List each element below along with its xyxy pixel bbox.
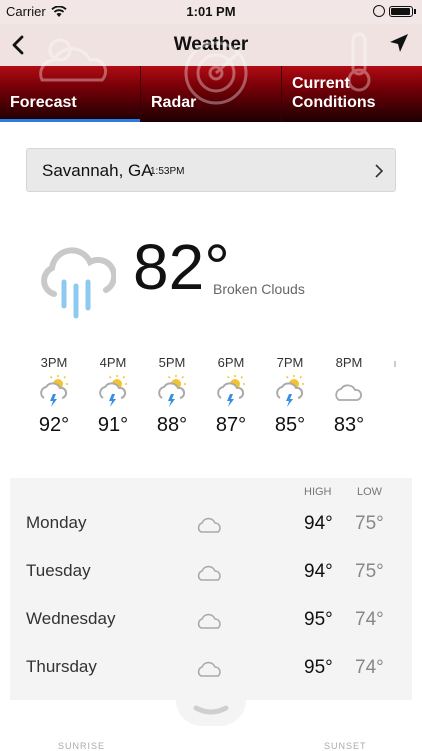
day-low: 74° [355, 657, 384, 678]
rain-cloud-icon [41, 247, 116, 319]
hour-temp: 91° [97, 414, 129, 436]
hourly-scroll-peek [394, 361, 396, 367]
day-high: 94° [304, 513, 333, 534]
thunderstorm-sun-icon [217, 375, 245, 407]
day-low: 75° [355, 513, 384, 534]
cloud-icon [197, 613, 221, 629]
battery-group [373, 5, 416, 17]
hour-time: 7PM [276, 355, 304, 370]
hour-temp: 87° [215, 414, 247, 436]
location-city: Savannah, GA [42, 161, 153, 180]
chevron-down-icon [193, 705, 229, 715]
hour-time: 4PM [99, 355, 127, 370]
tab-forecast-label: Forecast [10, 94, 77, 111]
tab-bar: Forecast Radar Current Conditions [0, 32, 422, 122]
location-selector[interactable]: Savannah, GA 1:53PM [26, 148, 396, 192]
hourly-item: 5PM 88° [146, 355, 198, 437]
hourly-item: 7PM 85° [264, 355, 316, 437]
orientation-lock-icon [373, 5, 385, 17]
tab-current-conditions-label: Current Conditions [292, 75, 376, 111]
cloud-icon [197, 517, 221, 533]
daily-forecast: HIGH LOW Monday 94° 75° Tuesday 94° 75° … [10, 478, 412, 700]
thunderstorm-sun-icon [276, 375, 304, 407]
hourly-item: 6PM 87° [205, 355, 257, 437]
location-arrow-icon[interactable] [386, 30, 412, 58]
expand-handle[interactable] [176, 700, 246, 726]
status-bar: Carrier 1:01 PM [0, 0, 422, 24]
day-name: Thursday [26, 657, 97, 676]
hourly-item: 4PM 91° [87, 355, 139, 437]
hour-temp: 92° [38, 414, 70, 436]
day-high: 95° [304, 609, 333, 630]
day-low: 75° [355, 561, 384, 582]
hour-temp: 85° [274, 414, 306, 436]
cloud-icon [335, 384, 362, 401]
cloud-icon [197, 661, 221, 677]
day-low: 74° [355, 609, 384, 630]
sun-cloud-watermark-icon [39, 38, 108, 82]
hourly-item: 3PM 92° [28, 355, 80, 437]
day-row[interactable]: Tuesday 94° 75° [10, 547, 412, 595]
day-row[interactable]: Thursday 95° 74° [10, 643, 412, 691]
day-row[interactable]: Monday 94° 75° [10, 499, 412, 547]
thunderstorm-sun-icon [158, 375, 186, 407]
location-time: 1:53PM [150, 166, 185, 177]
day-name: Wednesday [26, 609, 116, 628]
hour-time: 8PM [335, 355, 363, 370]
hourly-item: 8PM 83° [323, 355, 375, 437]
thunderstorm-sun-icon [99, 375, 127, 407]
day-name: Monday [26, 513, 87, 532]
hour-temp: 88° [156, 414, 188, 436]
chevron-right-icon [375, 164, 384, 178]
tab-forecast[interactable]: Forecast [0, 38, 141, 122]
current-condition: Broken Clouds [213, 281, 305, 297]
day-high: 95° [304, 657, 333, 678]
hourly-forecast[interactable]: 3PM 92° 4PM 91° 5PM 88° 6PM 87° 7PM 85° … [0, 355, 422, 455]
battery-icon [389, 5, 413, 17]
low-column-header: LOW [357, 486, 383, 498]
hour-time: 3PM [40, 355, 68, 370]
hour-time: 5PM [158, 355, 186, 370]
cloud-icon [197, 565, 221, 581]
day-row[interactable]: Wednesday 95° 74° [10, 595, 412, 643]
day-name: Tuesday [26, 561, 91, 580]
tab-current-conditions[interactable]: Current Conditions [282, 32, 422, 122]
tab-active-indicator [0, 119, 140, 122]
hour-temp: 83° [333, 414, 365, 436]
status-time: 1:01 PM [186, 4, 236, 19]
tab-radar-label: Radar [151, 94, 197, 111]
hour-time: 6PM [217, 355, 245, 370]
day-high: 94° [304, 561, 333, 582]
thunderstorm-sun-icon [40, 375, 68, 407]
tab-radar[interactable]: Radar [141, 41, 282, 122]
high-column-header: HIGH [304, 486, 332, 498]
